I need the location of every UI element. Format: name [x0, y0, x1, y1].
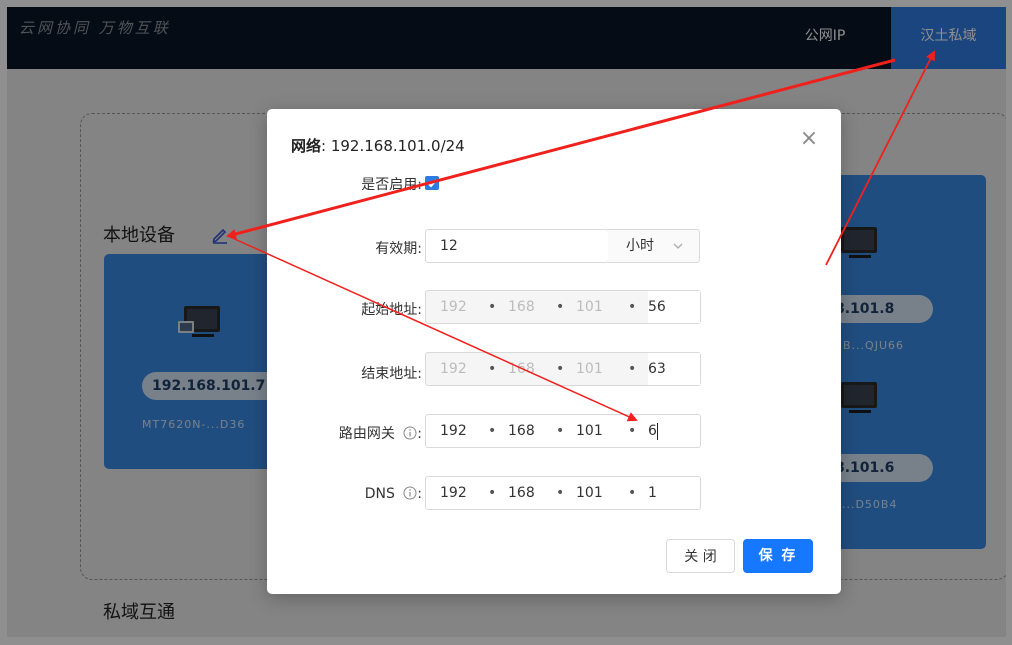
title-value: : 192.168.101.0/24	[321, 137, 465, 155]
label-colon: :	[417, 426, 422, 442]
ip-separator: •	[628, 361, 637, 377]
ip-separator: •	[488, 423, 497, 439]
dns-label: DNS	[364, 486, 395, 502]
ip-separator: •	[556, 299, 565, 315]
ip-separator: •	[488, 299, 497, 315]
ip-separator: •	[488, 361, 497, 377]
chevron-down-icon	[673, 243, 683, 249]
end-address-input[interactable]: 192 • 168 • 101 • 63	[425, 352, 701, 386]
ip-separator: •	[556, 485, 565, 501]
close-button[interactable]: 关 闭	[666, 539, 735, 573]
enable-label: 是否启用:	[361, 177, 422, 193]
ip-octet[interactable]: 1	[648, 477, 657, 509]
ip-octet[interactable]: 101	[576, 477, 603, 509]
ip-separator: •	[488, 485, 497, 501]
start-address-label: 起始地址:	[361, 302, 422, 318]
ip-separator: •	[628, 485, 637, 501]
text-cursor	[657, 423, 658, 440]
dialog-title: 网络: 192.168.101.0/24	[291, 135, 465, 156]
dns-label-row: DNS :	[287, 486, 422, 502]
enable-checkbox[interactable]	[425, 176, 439, 190]
ip-octet[interactable]: 192	[440, 477, 467, 509]
ip-octet: 192	[440, 299, 467, 315]
ip-separator: •	[556, 361, 565, 377]
checkmark-icon	[427, 179, 437, 188]
ip-octet: 101	[576, 361, 603, 377]
validity-unit-select[interactable]: 小时	[608, 229, 700, 263]
ip-octet-editable[interactable]: 63	[648, 353, 700, 385]
ip-octet[interactable]: 168	[508, 415, 535, 447]
ip-octet-editable[interactable]: 56	[648, 291, 700, 323]
network-config-dialog: 网络: 192.168.101.0/24 × 是否启用: 有效期: 12 小时 …	[267, 109, 841, 594]
validity-value: 12	[440, 238, 458, 254]
ip-octet: 101	[576, 299, 603, 315]
gateway-input[interactable]: 192 • 168 • 101 • 6	[425, 414, 701, 448]
ip-octet: 168	[508, 299, 535, 315]
ip-separator: •	[556, 423, 565, 439]
validity-input[interactable]: 12	[425, 229, 609, 263]
ip-octet: 192	[440, 361, 467, 377]
dns-input[interactable]: 192 • 168 • 101 • 1	[425, 476, 701, 510]
validity-unit-value: 小时	[626, 238, 654, 254]
validity-label: 有效期:	[375, 241, 422, 257]
ip-separator: •	[628, 423, 637, 439]
ip-octet[interactable]: 6	[648, 415, 657, 447]
title-label: 网络	[291, 137, 322, 155]
info-circle-icon[interactable]	[403, 426, 417, 440]
gateway-label-row: 路由网关 :	[287, 423, 422, 443]
label-colon: :	[417, 486, 422, 502]
ip-octet: 168	[508, 361, 535, 377]
info-circle-icon[interactable]	[403, 486, 417, 500]
ip-octet[interactable]: 101	[576, 415, 603, 447]
ip-separator: •	[628, 299, 637, 315]
ip-octet[interactable]: 192	[440, 415, 467, 447]
save-button[interactable]: 保 存	[743, 539, 813, 573]
close-x-icon[interactable]: ×	[799, 128, 819, 150]
end-address-label: 结束地址:	[361, 366, 422, 382]
ip-octet[interactable]: 168	[508, 477, 535, 509]
gateway-label: 路由网关	[338, 426, 395, 442]
start-address-input[interactable]: 192 • 168 • 101 • 56	[425, 290, 701, 324]
